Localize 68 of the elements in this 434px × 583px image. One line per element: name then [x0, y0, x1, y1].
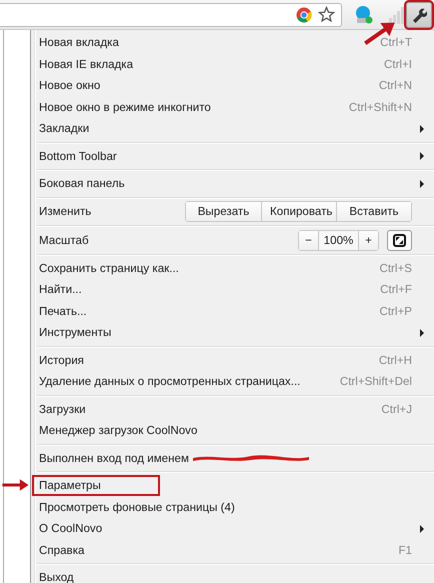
- menu-item-label: Новое окно в режиме инкогнито: [39, 100, 211, 114]
- menu-item-label: История: [39, 354, 84, 367]
- menu-item[interactable]: Найти... Ctrl+F: [31, 279, 434, 300]
- menu-item-label: Менеджер загрузок CoolNovo: [39, 424, 198, 438]
- menu-item[interactable]: Новое окно в режиме инкогнито Ctrl+Shift+N: [31, 96, 434, 118]
- menu-item-label: Справка: [39, 544, 84, 557]
- menu-item-label: Новая IE вкладка: [39, 58, 134, 71]
- menu-item[interactable]: Просмотреть фоновые страницы (4): [31, 496, 434, 518]
- star-icon[interactable]: [318, 6, 335, 23]
- chat-extension-icon[interactable]: [354, 4, 374, 24]
- menu-item-label: Закладки: [39, 122, 90, 136]
- menu-item-label: Новая вкладка: [39, 36, 119, 50]
- shortcut-text: Ctrl+N: [378, 79, 413, 92]
- fullscreen-button[interactable]: [387, 230, 412, 251]
- zoom-in-button[interactable]: +: [359, 230, 378, 250]
- menu-item[interactable]: История Ctrl+H: [31, 350, 434, 371]
- address-bar[interactable]: [0, 2, 342, 26]
- menu-item-label: Загрузки: [39, 402, 86, 416]
- menu-item-label: Новое окно: [39, 79, 100, 92]
- wrench-menu-button[interactable]: [406, 2, 432, 28]
- menu-item[interactable]: Параметры: [31, 475, 434, 496]
- shortcut-text: F1: [398, 544, 413, 557]
- shortcut-text: Ctrl+S: [379, 262, 413, 275]
- menu-item-label: Инструменты: [39, 326, 112, 340]
- menu-item-label: Параметры: [39, 479, 101, 492]
- menu-item-label: Сохранить страницу как...: [39, 262, 179, 275]
- edit-button[interactable]: Копировать: [261, 202, 336, 222]
- browser-logo-icon: [296, 6, 312, 22]
- annotation-arrow: [1, 477, 30, 493]
- menu-item[interactable]: Новая IE вкладка Ctrl+I: [31, 54, 434, 75]
- signal-bars-icon[interactable]: [388, 6, 404, 24]
- menu-item-label: Bottom Toolbar: [39, 150, 117, 163]
- edit-button[interactable]: Вставить: [336, 202, 411, 222]
- menu-item[interactable]: Новое окно Ctrl+N: [31, 75, 434, 96]
- menu-item[interactable]: Закладки: [31, 118, 434, 140]
- shortcut-text: Ctrl+H: [378, 354, 413, 367]
- menu-item-label: Выполнен вход под именем: [39, 452, 189, 465]
- shortcut-text: Ctrl+J: [381, 402, 413, 416]
- edit-button[interactable]: Вырезать: [186, 202, 261, 222]
- menu-item[interactable]: Печать... Ctrl+P: [31, 300, 434, 322]
- shortcut-text: Ctrl+I: [384, 58, 413, 71]
- menu-item[interactable]: О CoolNovo: [31, 518, 434, 540]
- menu-item[interactable]: Выполнен вход под именем: [31, 448, 434, 469]
- menu-item-label: Масштаб: [39, 234, 89, 247]
- menu-item[interactable]: Боковая панель: [31, 173, 434, 194]
- menu-item[interactable]: Менеджер загрузок CoolNovo: [31, 420, 434, 442]
- wrench-icon: [411, 6, 427, 22]
- menu-item[interactable]: Удаление данных о просмотренных страницах... Ctrl+Shift+Del: [31, 371, 434, 392]
- menu-item[interactable]: Инструменты: [31, 322, 434, 344]
- shortcut-text: Ctrl+F: [380, 283, 413, 296]
- menu-item-label: Боковая панель: [39, 177, 125, 190]
- menu-item-label: Просмотреть фоновые страницы (4): [39, 500, 235, 514]
- shortcut-text: Ctrl+Shift+N: [348, 100, 413, 114]
- menu-item-label: О CoolNovo: [39, 522, 102, 536]
- shortcut-text: Ctrl+P: [379, 304, 413, 318]
- menu-item[interactable]: Справка F1: [31, 540, 434, 561]
- menu-item[interactable]: Сохранить страницу как... Ctrl+S: [31, 258, 434, 279]
- menu-item[interactable]: Bottom Toolbar: [31, 146, 434, 167]
- menu-item-label: Найти...: [39, 283, 82, 296]
- shortcut-text: Ctrl+T: [380, 36, 413, 50]
- fullscreen-icon: [393, 234, 406, 247]
- menu-item-label: Изменить: [39, 205, 92, 218]
- menu-item[interactable]: Загрузки Ctrl+J: [31, 398, 434, 420]
- menu-item-label: Удаление данных о просмотренных страницах...: [39, 375, 300, 388]
- menu-item[interactable]: Новая вкладка Ctrl+T: [31, 32, 434, 54]
- menu-item-label: Печать...: [39, 304, 87, 318]
- zoom-out-button[interactable]: −: [299, 230, 318, 250]
- shortcut-text: Ctrl+Shift+Del: [340, 375, 413, 388]
